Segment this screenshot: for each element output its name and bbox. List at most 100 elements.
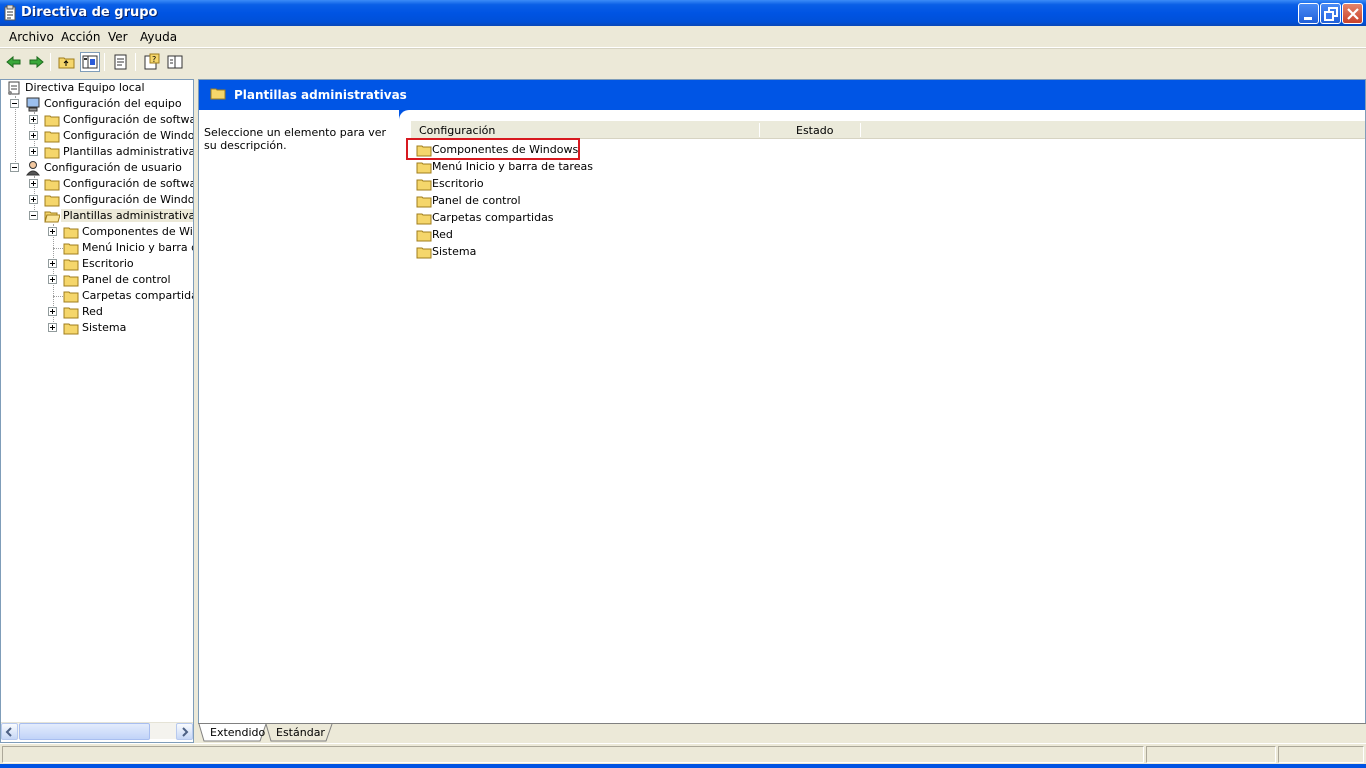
expand-toggle[interactable] [48,307,57,316]
title-bar[interactable]: Directiva de grupo [0,0,1366,26]
expand-toggle[interactable] [48,323,57,332]
toolbar: ? [0,48,1366,74]
folder-icon [63,227,79,239]
expand-toggle[interactable] [29,131,38,140]
menu-accion[interactable]: Acción [61,30,100,44]
folder-icon [63,259,79,271]
open-folder-icon [44,211,60,223]
expand-toggle[interactable] [29,115,38,124]
collapse-toggle[interactable] [29,211,38,220]
tree-item-user-config[interactable]: Configuración de usuario [1,160,193,176]
forward-button[interactable] [26,52,46,72]
export-list-button[interactable] [111,52,131,72]
folder-icon [416,145,432,157]
maximize-button[interactable] [1320,3,1341,24]
svg-text:?: ? [152,55,156,64]
folder-icon [416,213,432,225]
description-text: Seleccione un elemento para ver su descr… [204,126,386,152]
folder-icon [416,247,432,259]
expand-toggle[interactable] [29,195,38,204]
tree-item-user-software[interactable]: Configuración de software [1,176,193,192]
tree-item-system[interactable]: Sistema [1,320,193,336]
column-estado[interactable]: Estado [761,121,861,139]
tab-label: Estándar [276,726,325,739]
details-header: Plantillas administrativas [199,80,1365,110]
expand-toggle[interactable] [48,259,57,268]
column-configuracion[interactable]: Configuración [411,121,760,139]
close-icon [1347,8,1359,20]
tree-item-label: Configuración de Windows [63,129,194,142]
tree-item-control-panel[interactable]: Panel de control [1,272,193,288]
expand-toggle[interactable] [48,275,57,284]
toolbar-separator [50,53,51,71]
tree-item-label: Componentes de Windo [82,225,193,238]
minimize-icon [1304,17,1312,20]
tree-item-label: Configuración de software [63,113,194,126]
tree-item-label: Panel de control [82,273,171,286]
list-item-label: Sistema [432,245,477,258]
tab-extendido[interactable]: Extendido [206,724,266,742]
expand-toggle[interactable] [48,227,57,236]
folder-icon [63,323,79,335]
folder-icon [63,307,79,319]
header-tab-curve [399,110,1365,120]
help-button[interactable]: ? [142,52,162,72]
folder-icon [63,275,79,287]
group-policy-icon [4,5,16,21]
status-pane-tertiary [1278,746,1364,763]
tree-item-computer-templates[interactable]: Plantillas administrativas [1,144,194,160]
tree-item-windows-components[interactable]: Componentes de Windo [1,224,193,240]
minimize-button[interactable] [1298,3,1319,24]
show-tree-icon [82,55,98,69]
tree-item-start-menu[interactable]: Menú Inicio y barra de [1,240,194,256]
folder-icon [63,243,79,255]
up-level-button[interactable] [57,52,77,72]
status-pane-secondary [1146,746,1276,763]
tree-item-user-windows[interactable]: Configuración de Windows [1,192,194,208]
tree-pane[interactable]: Directiva Equipo local Configuración del… [0,79,194,743]
list-item-label: Red [432,228,453,241]
back-arrow-icon [6,55,21,69]
menu-archivo[interactable]: Archivo [9,30,54,44]
folder-icon [44,115,60,127]
list-item-label: Carpetas compartidas [432,211,554,224]
restore-icon [1324,7,1338,21]
scroll-thumb[interactable] [19,723,150,740]
properties-button[interactable] [165,52,185,72]
toolbar-separator [104,53,105,71]
scroll-right-button[interactable] [176,723,193,740]
tree-item-label: Plantillas administrativas [63,145,194,158]
tab-estandar[interactable]: Estándar [273,724,331,742]
chevron-left-icon [5,727,12,737]
column-divider[interactable] [759,123,760,137]
expand-toggle[interactable] [29,179,38,188]
tree-item-network[interactable]: Red [1,304,193,320]
column-label: Estado [796,124,834,137]
tree-item-label: Sistema [82,321,127,334]
details-pane: Plantillas administrativas Seleccione un… [198,79,1366,743]
collapse-toggle[interactable] [10,99,19,108]
expand-toggle[interactable] [29,147,38,156]
tree-item-label: Menú Inicio y barra de [82,241,194,254]
scroll-left-button[interactable] [1,723,18,740]
menu-ver[interactable]: Ver [108,30,128,44]
tree-horizontal-scrollbar[interactable] [1,722,193,740]
close-button[interactable] [1342,3,1363,24]
tree-item-desktop[interactable]: Escritorio [1,256,193,272]
tree-item-computer-software[interactable]: Configuración de software [1,112,194,128]
tree-item-root[interactable]: Directiva Equipo local [1,80,193,96]
folder-icon [416,230,432,242]
collapse-toggle[interactable] [10,163,19,172]
tree-item-computer-config[interactable]: Configuración del equipo [1,96,193,112]
tree-item-user-templates[interactable]: Plantillas administrativas [1,208,193,224]
policy-scroll-icon [8,81,20,95]
folder-icon [210,88,226,100]
tree-item-label: Configuración de Windows [63,193,194,206]
folder-icon [416,196,432,208]
menu-ayuda[interactable]: Ayuda [140,30,177,44]
back-button[interactable] [4,52,24,72]
show-hide-tree-button[interactable] [80,52,100,72]
tree-item-computer-windows[interactable]: Configuración de Windows [1,128,194,144]
column-divider[interactable] [860,123,861,137]
tree-item-shared-folders[interactable]: Carpetas compartidas [1,288,193,304]
